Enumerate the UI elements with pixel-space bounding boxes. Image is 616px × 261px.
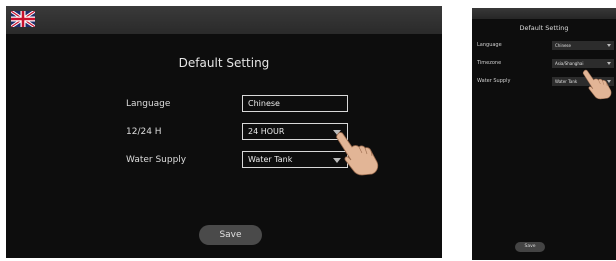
uk-flag-icon[interactable] [11, 11, 35, 27]
settings-screen-large: Default Setting Language Chinese 12/24 H… [6, 6, 442, 258]
timezone-dropdown[interactable]: Asia/Shanghai [552, 59, 614, 68]
chevron-down-icon [607, 44, 611, 47]
page-title: Default Setting [519, 24, 569, 32]
timezone-label: Timezone [477, 60, 502, 66]
water-supply-label: Water Supply [126, 155, 187, 165]
time-format-label: 12/24 H [126, 127, 162, 137]
save-button[interactable]: Save [199, 225, 262, 245]
language-label: Language [477, 42, 502, 48]
top-bar [472, 8, 616, 19]
page-title: Default Setting [178, 56, 270, 70]
language-label: Language [126, 99, 171, 109]
language-value: Chinese [555, 43, 571, 48]
chevron-down-icon [607, 62, 611, 65]
language-value: Chinese [248, 99, 280, 108]
water-supply-value: Water Tank [555, 79, 578, 84]
water-supply-label: Water Supply [477, 78, 511, 84]
save-button[interactable]: Save [515, 242, 545, 252]
pointing-hand-icon [336, 132, 379, 176]
settings-screen-small: Default Setting Language Chinese Timezon… [472, 8, 616, 260]
water-supply-value: Water Tank [248, 155, 293, 164]
time-format-value: 24 HOUR [248, 127, 285, 136]
language-dropdown[interactable]: Chinese [552, 41, 614, 50]
pointing-hand-icon [582, 69, 612, 100]
language-field[interactable]: Chinese [242, 95, 348, 112]
timezone-value: Asia/Shanghai [555, 61, 584, 66]
top-bar [6, 6, 442, 34]
